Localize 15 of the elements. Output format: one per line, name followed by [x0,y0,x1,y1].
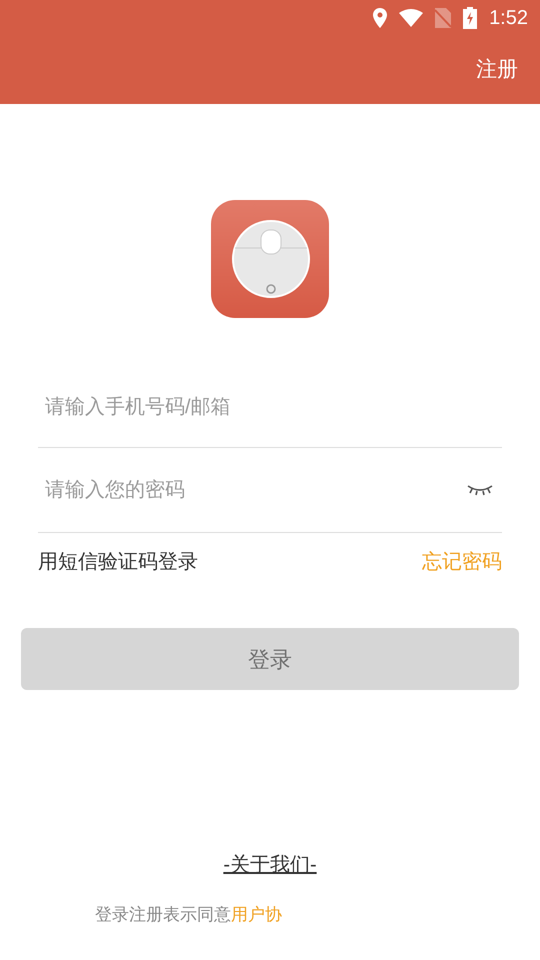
no-sim-icon [435,8,452,28]
closed-eye-icon[interactable] [466,484,494,496]
sms-login-link[interactable]: 用短信验证码登录 [38,547,198,577]
forgot-password-link[interactable]: 忘记密码 [422,547,502,577]
battery-charging-icon [463,7,478,29]
user-agreement-link[interactable]: 用户协 [231,905,282,924]
password-input-field[interactable]: 请输入您的密码 [38,475,466,505]
location-icon [373,8,388,28]
account-input-field[interactable]: 请输入手机号码/邮箱 [38,368,502,448]
wifi-icon [399,9,424,27]
clock-time: 1:52 [489,6,528,31]
robot-vacuum-app-icon [211,200,329,318]
about-us-link[interactable]: -关于我们- [223,850,317,880]
agreement-text: 登录注册表示同意用户协 [94,904,283,926]
register-button[interactable]: 注册 [476,54,518,86]
